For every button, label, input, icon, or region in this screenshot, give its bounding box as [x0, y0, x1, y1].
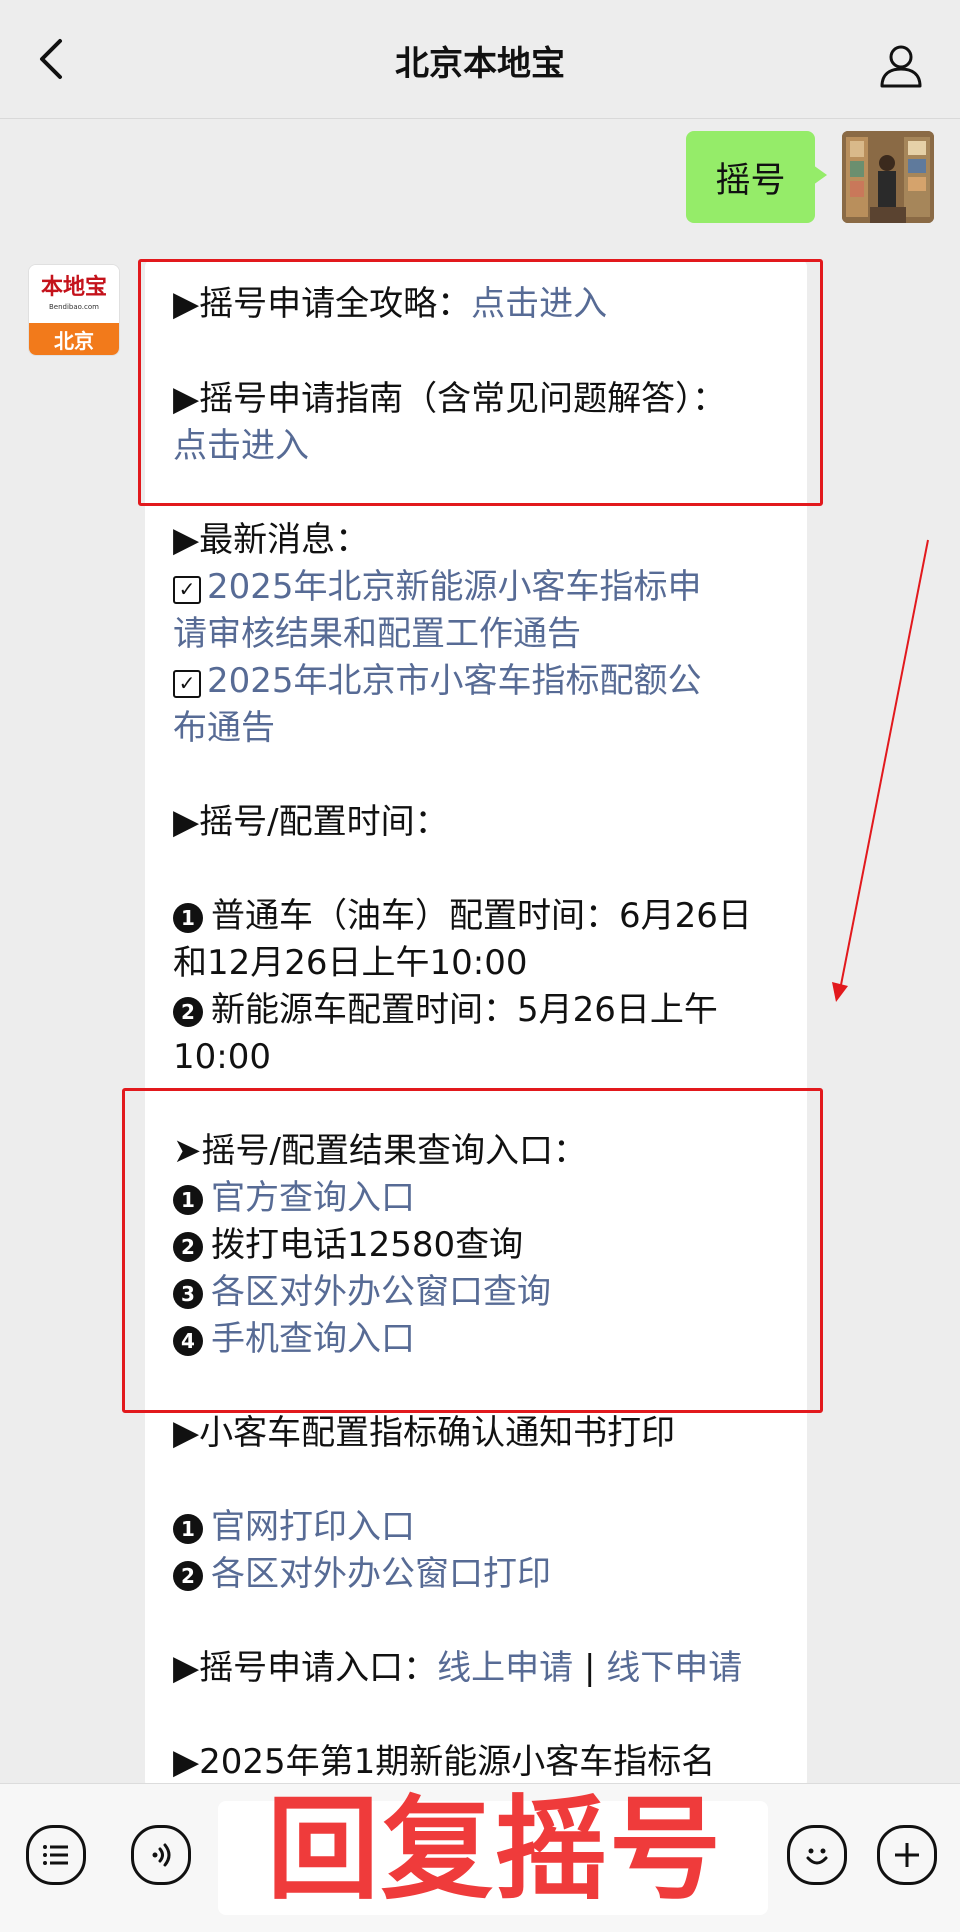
voice-input-icon[interactable]: [131, 1825, 191, 1885]
menu-list-icon[interactable]: [26, 1825, 86, 1885]
add-plus-icon[interactable]: [877, 1825, 937, 1885]
emoji-icon[interactable]: [787, 1825, 847, 1885]
red-arrow-icon: [832, 539, 929, 1002]
reply-overlay-text: 回复摇号: [267, 1785, 723, 1915]
